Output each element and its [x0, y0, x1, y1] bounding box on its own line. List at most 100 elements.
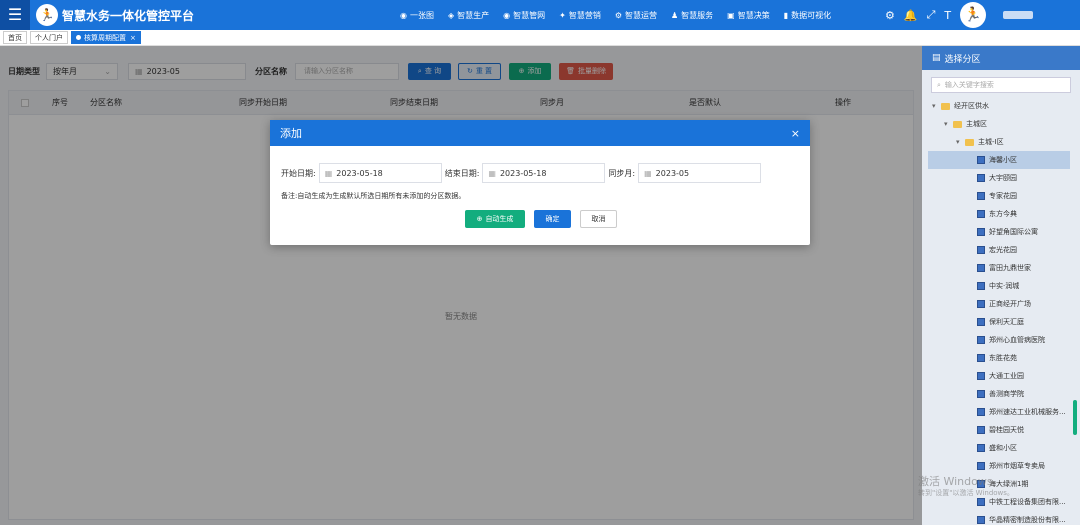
tab-label: 核算周期配置 [84, 33, 126, 42]
building-icon [977, 516, 985, 524]
tab-close-icon[interactable]: × [130, 34, 136, 42]
tree-node-label: 碧桂园天悦 [989, 426, 1024, 434]
cancel-button[interactable]: 取消 [580, 210, 617, 228]
globe-icon: ◉ [400, 10, 407, 20]
fullscreen-icon[interactable]: ⤢ [927, 8, 936, 22]
modal-overlay[interactable] [0, 46, 922, 525]
tree-node[interactable]: 中实·润城 [922, 277, 1080, 295]
nav-item-7[interactable]: ▮ 数据可视化 [784, 10, 831, 21]
calendar-icon: ▦ [644, 168, 652, 178]
tree-node[interactable]: 华晶精密制造股份有限... [922, 511, 1080, 525]
tree-node[interactable]: 郑州心血管病医院 [922, 331, 1080, 349]
tree-node[interactable]: 郑州速达工业机械服务... [922, 403, 1080, 421]
confirm-button[interactable]: 确定 [534, 210, 571, 228]
area-selector-panel: ▤ 选择分区 ⌕ 输入关键字搜索 ▾ 经开区供水 ▾ 主城区 ▾ 主城-Ⅰ区 海馨小区 大宇颐… [922, 46, 1080, 525]
dialog-date-row: 开始日期: ▦ 2023-05-18 结束日期: ▦ 2023-05-18 同步月:… [281, 163, 764, 183]
hamburger-menu-icon[interactable]: ☰ [0, 0, 30, 30]
tree-node[interactable]: 富田九鼎世家 [922, 259, 1080, 277]
tab-home[interactable]: 首页 [3, 31, 27, 44]
tree-node[interactable]: 善测商学院 [922, 385, 1080, 403]
tree-node-label: 大通工业园 [989, 372, 1024, 380]
tree-node[interactable]: ▾ 经开区供水 [922, 97, 1080, 115]
folder-icon [965, 138, 974, 146]
tree-node-label: 海馨小区 [989, 156, 1017, 164]
marketing-icon: ✦ [559, 10, 566, 20]
tree-node[interactable]: 碧桂园天悦 [922, 421, 1080, 439]
tree-node[interactable]: 好望角国际公寓 [922, 223, 1080, 241]
tree-node[interactable]: 宏光花园 [922, 241, 1080, 259]
search-icon: ⌕ [937, 80, 941, 89]
tree-node[interactable]: 东胜花苑 [922, 349, 1080, 367]
notification-bell-icon[interactable]: 🔔 [904, 9, 918, 22]
tab-period-config[interactable]: 核算周期配置 × [71, 31, 141, 44]
search-placeholder: 输入关键字搜索 [944, 81, 994, 89]
sync-month-value: 2023-05 [655, 168, 690, 178]
tree-node-label: 郑州速达工业机械服务... [989, 408, 1066, 416]
building-icon [977, 390, 985, 398]
tree-node[interactable]: 海馨小区 [928, 151, 1070, 169]
nav-item-6[interactable]: ▣ 智慧决策 [727, 10, 770, 21]
tree-node-label: 善测商学院 [989, 390, 1024, 398]
nav-label: 数据可视化 [791, 10, 832, 20]
tree-node-label: 盛和小区 [989, 444, 1017, 452]
expand-arrow-icon[interactable]: ▾ [932, 102, 940, 110]
folder-icon [953, 120, 962, 128]
start-date-label: 开始日期: [281, 168, 316, 178]
end-date-label: 结束日期: [444, 168, 480, 178]
settings-gear-icon[interactable]: ⚙ [885, 9, 895, 22]
production-icon: ◈ [447, 10, 455, 20]
tree-node-label: 经开区供水 [954, 102, 989, 110]
service-icon: ♟ [671, 10, 679, 20]
building-icon [977, 174, 985, 182]
app-logo: 🏃 [36, 4, 58, 26]
dialog-title: 添加 [280, 127, 302, 140]
start-date-picker[interactable]: ▦ 2023-05-18 [318, 163, 442, 183]
nav-item-3[interactable]: ✦ 智慧营销 [559, 10, 601, 21]
tree-node-label: 主城-Ⅰ区 [978, 138, 1004, 146]
app-title: 智慧水务一体化管控平台 [62, 8, 195, 23]
tree-node[interactable]: 保利天汇庭 [922, 313, 1080, 331]
tree-node[interactable]: ▾ 主城-Ⅰ区 [922, 133, 1080, 151]
tree-node-label: 中实·润城 [989, 282, 1020, 290]
tree-node-label: 郑州心血管病医院 [989, 336, 1045, 344]
area-search-input[interactable]: ⌕ 输入关键字搜索 [931, 77, 1071, 93]
toolbar: ⚙ 🔔 ⤢ T 🏃 [885, 0, 1034, 30]
auto-generate-button[interactable]: ⊕ 自动生成 [465, 210, 525, 228]
tree-node[interactable]: 东方今典 [922, 205, 1080, 223]
tree-node[interactable]: 正商经开广场 [922, 295, 1080, 313]
decision-icon: ▣ [727, 10, 735, 20]
end-date-picker[interactable]: ▦ 2023-05-18 [482, 163, 606, 183]
tree-node[interactable]: ▾ 主城区 [922, 115, 1080, 133]
nav-item-5[interactable]: ♟ 智慧服务 [671, 10, 713, 21]
close-icon[interactable]: × [791, 127, 800, 140]
expand-arrow-icon[interactable]: ▾ [944, 120, 952, 128]
nav-item-2[interactable]: ◉ 智慧管网 [503, 10, 545, 21]
building-icon [977, 300, 985, 308]
tree-node-label: 主城区 [966, 120, 987, 128]
expand-arrow-icon[interactable]: ▾ [956, 138, 964, 146]
tree-node[interactable]: 盛和小区 [922, 439, 1080, 457]
tree-node[interactable]: 专家花园 [922, 187, 1080, 205]
sync-month-picker[interactable]: ▦ 2023-05 [638, 163, 762, 183]
user-avatar[interactable]: 🏃 [960, 2, 987, 28]
tree-node-label: 郑州市烟草专卖局 [989, 462, 1045, 470]
tab-portal[interactable]: 个人门户 [30, 31, 68, 44]
tree-node[interactable]: 大宇颐园 [922, 169, 1080, 187]
dialog-buttons: ⊕ 自动生成 确定 取消 [465, 210, 617, 228]
nav-item-4[interactable]: ⚙ 智慧运营 [615, 10, 657, 21]
nav-item-0[interactable]: ◉ 一张图 [400, 10, 434, 21]
tree-node[interactable]: 大通工业园 [922, 367, 1080, 385]
building-icon [977, 498, 985, 506]
username-placeholder[interactable] [1003, 11, 1034, 19]
scrollbar-thumb[interactable] [1073, 400, 1077, 435]
list-icon: ▤ [932, 53, 941, 63]
font-size-icon[interactable]: T [944, 9, 951, 22]
plus-icon: ⊕ [476, 215, 483, 223]
building-icon [977, 462, 985, 470]
add-dialog: 添加 × 开始日期: ▦ 2023-05-18 结束日期: ▦ 2023-05-18… [270, 120, 810, 245]
activation-watermark-hint: 转到"设置"以激活 Windows。 [918, 489, 1014, 497]
building-icon [977, 408, 985, 416]
tree-node-label: 正商经开广场 [989, 300, 1031, 308]
nav-item-1[interactable]: ◈ 智慧生产 [448, 10, 489, 21]
building-icon [977, 354, 985, 362]
